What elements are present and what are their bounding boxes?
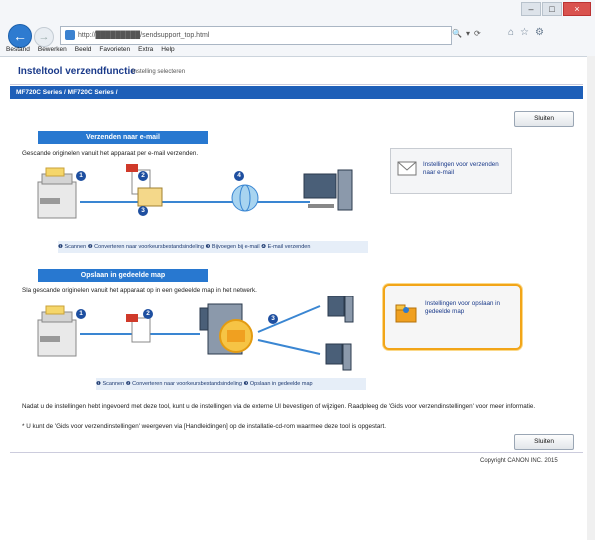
- refresh-icon[interactable]: ⟳: [474, 29, 481, 38]
- email-settings-label: Instellingen voor verzenden naar e-mail: [423, 161, 499, 176]
- close-window-button[interactable]: ×: [563, 2, 591, 16]
- envelope-icon: [397, 161, 417, 176]
- address-bar[interactable]: http://█████████/sendsupport_top.html: [60, 26, 452, 45]
- folder-section-description: Sla gescande originelen vanuit het appar…: [22, 287, 257, 294]
- menu-item-file[interactable]: Bestand: [6, 44, 30, 56]
- menu-item-favorites[interactable]: Favorieten: [99, 44, 130, 56]
- email-legend: ❶ Scannen ❷ Converteren naar voorkeursbe…: [58, 241, 368, 253]
- shared-folder-settings-label: Instellingen voor opslaan in gedeelde ma…: [425, 300, 500, 315]
- menu-item-help[interactable]: Help: [161, 44, 174, 56]
- email-workflow-diagram: [37, 164, 353, 219]
- minimize-button[interactable]: –: [521, 2, 541, 16]
- step-1-badge: 1: [76, 309, 86, 319]
- vertical-scrollbar[interactable]: [587, 56, 595, 540]
- menu-item-edit[interactable]: Bewerken: [38, 44, 67, 56]
- toolbar-icons: ⌂ ☆ ⚙: [508, 27, 544, 38]
- step-1-badge: 1: [76, 171, 86, 181]
- printer-icon: [37, 305, 77, 357]
- email-section-description: Gescande originelen vanuit het apparaat …: [22, 150, 199, 157]
- divider: [10, 452, 583, 453]
- step-3-badge: 3: [268, 314, 278, 324]
- flow-line: [257, 339, 321, 355]
- close-button-top[interactable]: Sluiten: [514, 111, 574, 127]
- chevron-down-icon[interactable]: ▾: [466, 29, 470, 38]
- email-section-heading: Verzenden naar e-mail: [38, 131, 208, 144]
- email-settings-card[interactable]: Instellingen voor verzenden naar e-mail: [390, 148, 512, 194]
- page-icon: [65, 30, 75, 41]
- step-4-badge: 4: [234, 171, 244, 181]
- step-3-badge: 3: [138, 206, 148, 216]
- step-2-badge: 2: [138, 171, 148, 181]
- menu-bar: Bestand Bewerken Beeld Favorieten Extra …: [0, 44, 595, 56]
- note-text: * U kunt de 'Gids voor verzendinstelling…: [22, 423, 386, 430]
- menu-item-view[interactable]: Beeld: [75, 44, 92, 56]
- close-button-bottom[interactable]: Sluiten: [514, 434, 574, 450]
- address-actions: 🔍 ▾ ⟳: [452, 29, 481, 38]
- computer-icon: [325, 296, 354, 371]
- favorites-icon[interactable]: ☆: [520, 27, 529, 38]
- folder-workflow-diagram: [37, 296, 354, 371]
- settings-icon[interactable]: ⚙: [535, 27, 544, 38]
- globe-icon: [231, 184, 259, 212]
- breadcrumb: MF720C Series / MF720C Series /: [10, 86, 583, 99]
- info-text: Nadat u de instellingen hebt ingevoerd m…: [22, 403, 536, 410]
- folder-section-heading: Opslaan in gedeelde map: [38, 269, 208, 282]
- shared-folder-icon: [395, 304, 417, 323]
- search-icon[interactable]: 🔍: [452, 29, 462, 38]
- copyright: Copyright CANON INC. 2015: [480, 458, 558, 464]
- app-title: Insteltool verzendfunctie: [18, 66, 136, 77]
- folder-legend: ❶ Scannen ❷ Converteren naar voorkeursbe…: [96, 378, 366, 390]
- window-controls: – □ ×: [521, 2, 591, 16]
- page-subtitle: Instelling selecteren: [132, 69, 186, 75]
- menu-item-tools[interactable]: Extra: [138, 44, 153, 56]
- url-text: http://█████████/sendsupport_top.html: [78, 32, 210, 39]
- server-icon: [199, 303, 253, 355]
- step-2-badge: 2: [143, 309, 153, 319]
- printer-icon: [37, 167, 77, 219]
- maximize-button[interactable]: □: [542, 2, 562, 16]
- computer-icon: [303, 169, 353, 211]
- shared-folder-settings-card[interactable]: Instellingen voor opslaan in gedeelde ma…: [383, 284, 522, 350]
- home-icon[interactable]: ⌂: [508, 27, 514, 38]
